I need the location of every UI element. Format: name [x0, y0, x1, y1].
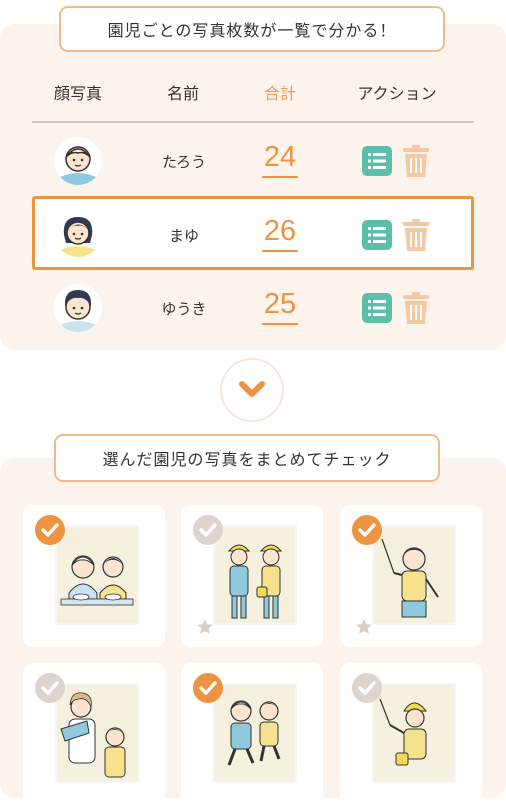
- column-header-total[interactable]: 合計: [250, 80, 310, 104]
- photo-thumbnail: [57, 685, 137, 781]
- banner-photo-check-text: 選んだ園児の写真をまとめてチェック: [102, 450, 392, 469]
- photo-count[interactable]: 26: [250, 215, 310, 248]
- check-icon[interactable]: [193, 673, 223, 703]
- check-icon[interactable]: [352, 673, 382, 703]
- check-icon[interactable]: [35, 673, 65, 703]
- banner-photo-count-text: 園児ごとの写真枚数が一覧で分かる！: [107, 21, 397, 40]
- photo-card[interactable]: [181, 505, 323, 647]
- photo-count-underline: [262, 323, 298, 325]
- photo-thumbnail: [374, 527, 454, 623]
- expand-button[interactable]: [220, 358, 284, 422]
- child-row-yuki: ゆうき 25: [32, 272, 474, 346]
- list-icon[interactable]: [362, 146, 392, 176]
- check-icon[interactable]: [193, 515, 223, 545]
- trash-icon[interactable]: [401, 291, 431, 325]
- child-row-mayu[interactable]: まゆ 26: [32, 196, 474, 270]
- trash-icon[interactable]: [401, 144, 431, 178]
- check-icon[interactable]: [35, 515, 65, 545]
- list-icon[interactable]: [362, 293, 392, 323]
- child-avatar: [54, 284, 102, 332]
- photo-thumbnail: [215, 527, 295, 623]
- photo-thumbnail: [215, 685, 295, 781]
- photo-count[interactable]: 24: [250, 141, 310, 174]
- child-name: ゆうき: [161, 300, 207, 318]
- photo-count-underline: [262, 176, 298, 178]
- star-icon[interactable]: [354, 617, 374, 637]
- child-avatar: [54, 209, 102, 257]
- chevron-down-icon: [239, 381, 265, 397]
- column-header-name: 名前: [166, 84, 199, 103]
- column-header-photo: 顔写真: [53, 84, 102, 103]
- list-icon[interactable]: [362, 220, 392, 250]
- photo-thumbnail: [374, 685, 454, 781]
- photo-count-underline: [262, 250, 298, 252]
- photo-card[interactable]: [23, 505, 165, 647]
- banner-photo-check: 選んだ園児の写真をまとめてチェック: [54, 434, 440, 482]
- child-name: たろう: [161, 153, 207, 171]
- photo-count[interactable]: 25: [250, 288, 310, 321]
- trash-icon[interactable]: [401, 218, 431, 252]
- child-row-taro: たろう 24: [32, 125, 474, 199]
- child-avatar: [54, 137, 102, 185]
- column-header-action: アクション: [357, 84, 437, 103]
- banner-photo-count: 園児ごとの写真枚数が一覧で分かる！: [59, 6, 445, 52]
- photo-thumbnail: [57, 527, 137, 623]
- star-icon[interactable]: [195, 617, 215, 637]
- child-name: まゆ: [168, 227, 199, 245]
- header-divider: [32, 121, 474, 123]
- photo-card[interactable]: [340, 505, 482, 647]
- check-icon[interactable]: [352, 515, 382, 545]
